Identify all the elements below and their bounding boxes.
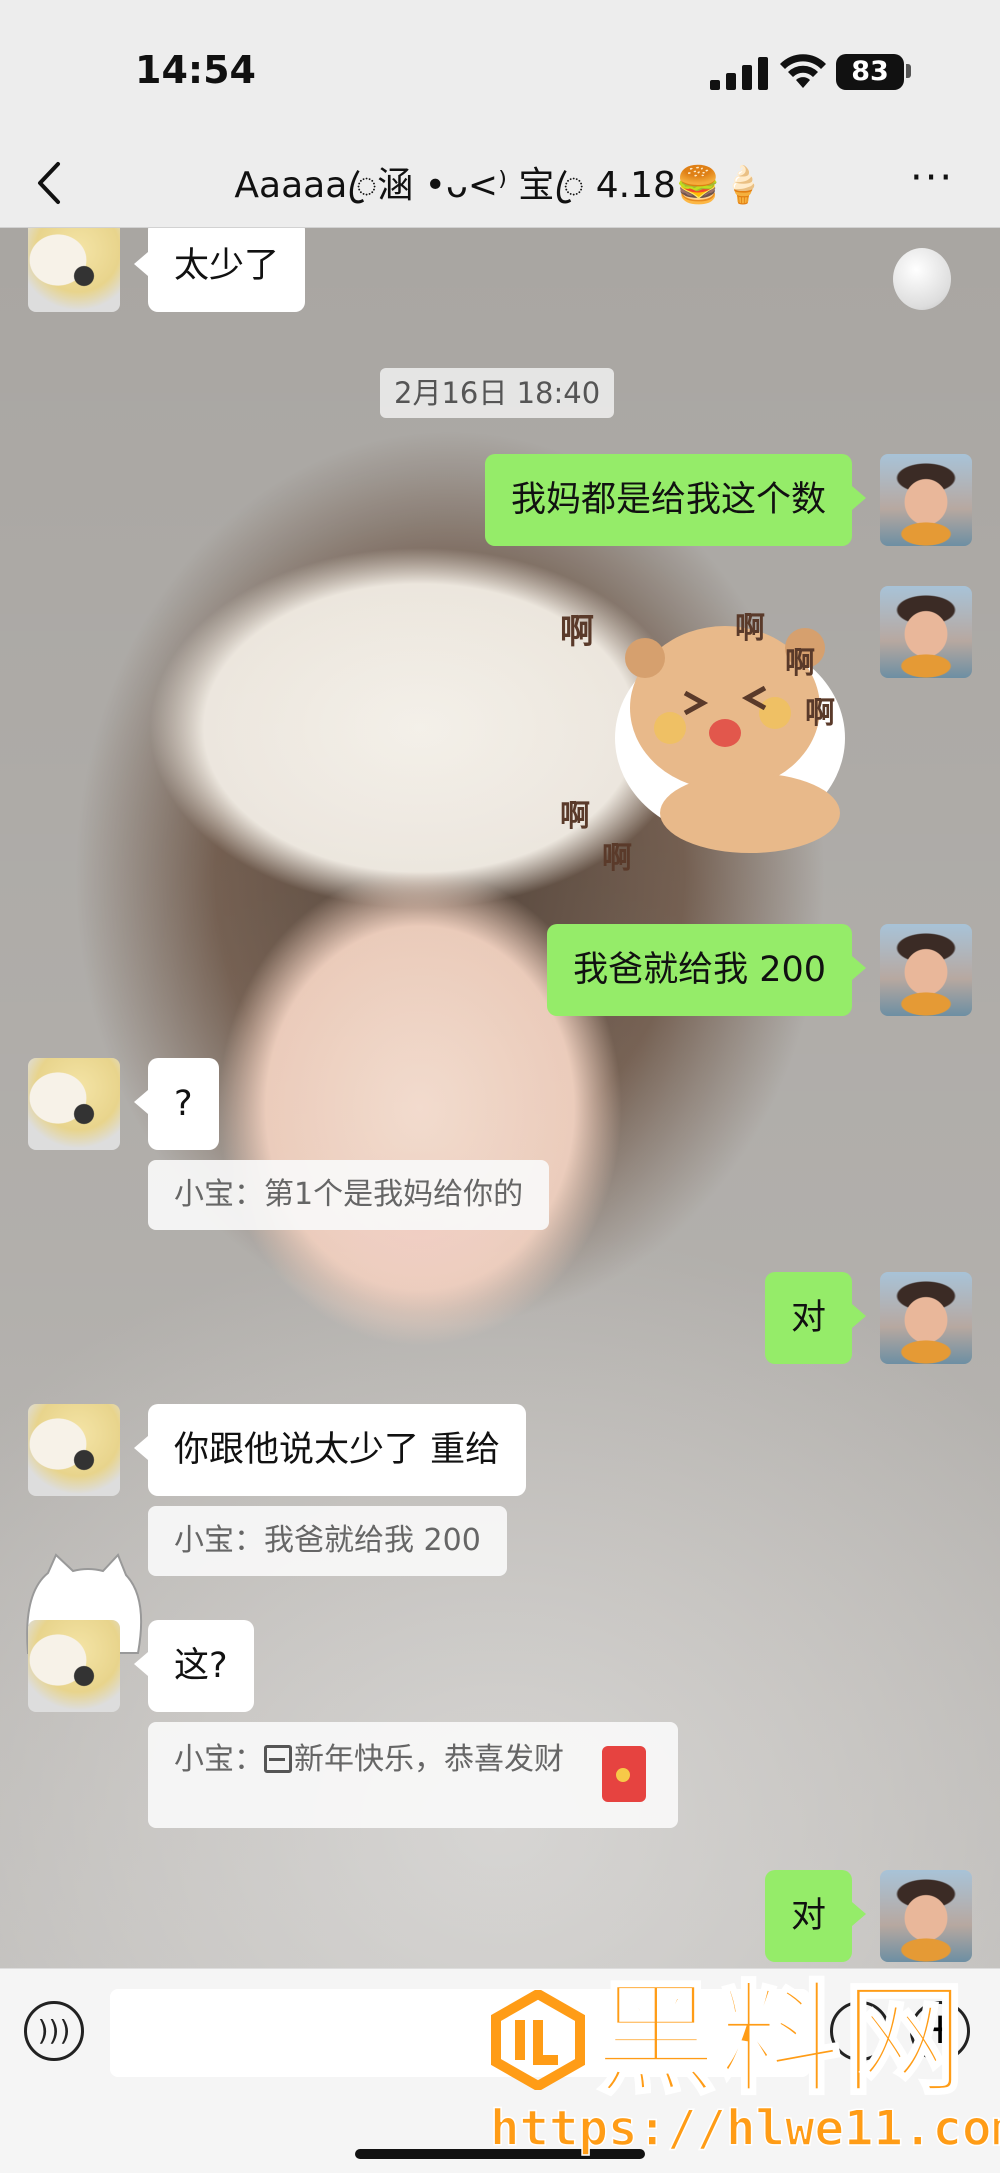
avatar-self[interactable] <box>880 586 972 678</box>
avatar-contact[interactable] <box>28 1058 120 1150</box>
sticker-text: 啊 <box>805 696 835 731</box>
quote-prefix: 小宝： <box>174 1742 264 1777</box>
avatar-self[interactable] <box>880 924 972 1016</box>
quote-text: 新年快乐，恭喜发财 <box>294 1742 564 1777</box>
avatar-contact[interactable] <box>28 228 120 312</box>
more-options-icon[interactable]: ··· <box>910 158 970 198</box>
wifi-icon <box>780 54 826 88</box>
sticker-text: 啊 <box>602 841 632 876</box>
message-bubble-incoming[interactable]: 这? <box>134 1620 254 1712</box>
message-bubble-outgoing[interactable]: 对 <box>764 1272 867 1364</box>
sticker-text: 啊 <box>735 611 765 646</box>
chat-header: Aaaaaꦿ涵 •ᴗ<⁾ 宝ꦿ 4.18🍔🍦 ··· <box>0 140 1000 228</box>
message-bubble-incoming[interactable]: ? <box>134 1058 219 1150</box>
battery-nub <box>906 64 911 78</box>
envelope-icon <box>264 1745 292 1773</box>
avatar-self[interactable] <box>880 454 972 546</box>
message-timestamp: 2月16日 18:40 <box>380 368 615 418</box>
voice-input-icon[interactable]: ))) <box>24 2001 84 2061</box>
avatar-contact[interactable] <box>28 1404 120 1496</box>
message-bubble-incoming[interactable]: 你跟他说太少了 重给 <box>133 1404 527 1496</box>
watermark-logo-icon <box>491 1990 585 2090</box>
sticker-text: 啊 <box>560 799 590 834</box>
message-bubble-incoming[interactable]: 太少了 <box>133 228 306 312</box>
message-bubble-outgoing[interactable]: 我妈都是给我这个数 <box>484 454 867 546</box>
message-list[interactable]: 太少了 2月16日 18:40 我妈都是给我这个数 啊 啊 啊 啊 啊 啊 我爸… <box>0 228 1000 1968</box>
battery-indicator: 83 <box>836 54 904 90</box>
sticker-text: 啊 <box>785 646 815 681</box>
red-packet-icon <box>602 1746 646 1802</box>
quoted-message[interactable]: 小宝：我爸就给我 200 <box>148 1506 507 1576</box>
quoted-message[interactable]: 小宝：第1个是我妈给你的 <box>148 1160 550 1230</box>
avatar-self[interactable] <box>880 1272 972 1364</box>
watermark-title: 黑料网 <box>594 1969 967 2111</box>
quoted-red-packet[interactable]: 小宝： 新年快乐，恭喜发财 <box>148 1722 678 1828</box>
avatar-self[interactable] <box>880 1870 972 1962</box>
watermark-url: https://hlwe11.com <box>489 2099 1000 2158</box>
chat-title: Aaaaaꦿ涵 •ᴗ<⁾ 宝ꦿ 4.18🍔🍦 <box>234 165 766 206</box>
cellular-signal-icon <box>710 57 768 90</box>
back-chevron-icon[interactable] <box>30 158 70 208</box>
message-bubble-outgoing[interactable]: 对 <box>764 1870 867 1962</box>
status-time: 14:54 <box>135 48 256 92</box>
message-bubble-outgoing[interactable]: 我爸就给我 200 <box>547 924 866 1016</box>
avatar-contact[interactable] <box>28 1620 120 1712</box>
egg-decoration <box>893 248 951 310</box>
bear-sticker[interactable]: 啊 啊 啊 啊 啊 啊 <box>560 588 890 888</box>
sticker-text: 啊 <box>560 612 594 652</box>
status-bar: 14:54 83 <box>0 0 1000 140</box>
